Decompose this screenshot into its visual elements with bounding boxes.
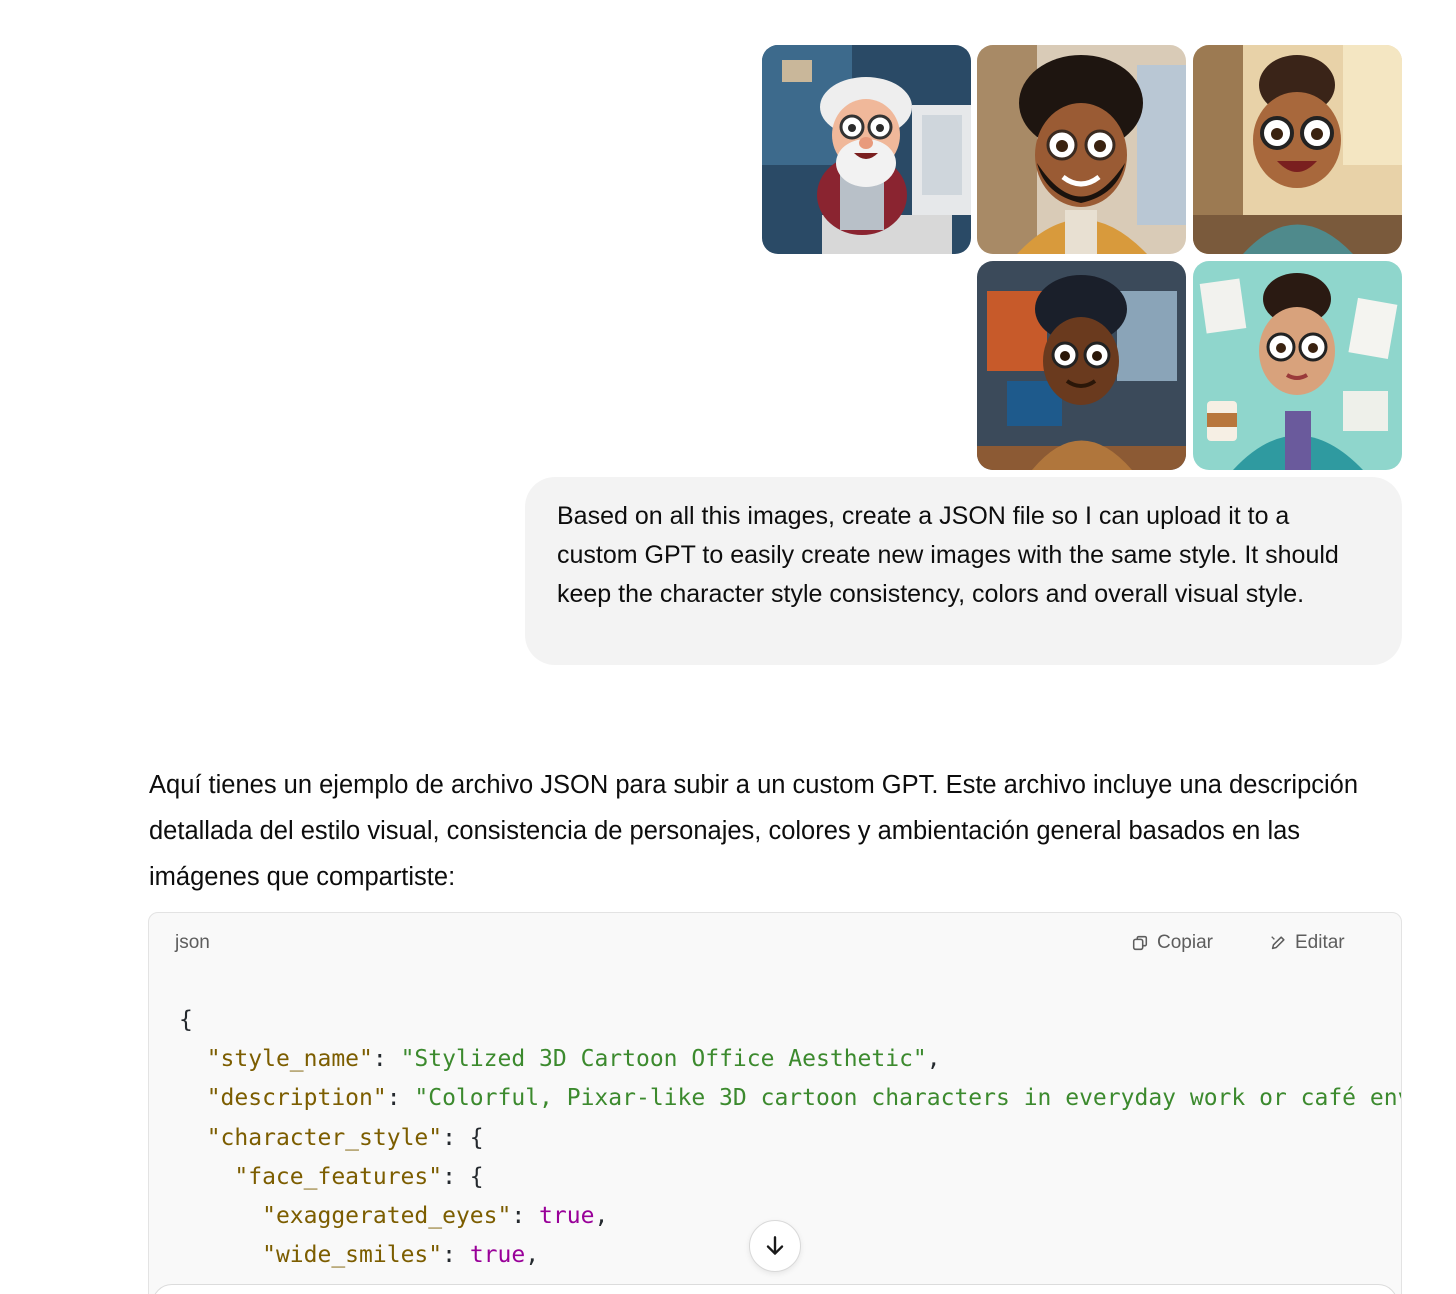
code-line-1: {: [179, 1007, 193, 1033]
json-key: "wide_smiles": [262, 1242, 443, 1269]
copy-button[interactable]: Copiar: [1131, 932, 1213, 954]
woman-coffee-illustration: [1193, 261, 1402, 470]
copy-button-label: Copiar: [1157, 932, 1213, 953]
bearded-man-illustration: [977, 45, 1186, 254]
copy-icon: [1132, 935, 1148, 951]
assistant-message: Aquí tienes un ejemplo de archivo JSON p…: [149, 762, 1409, 900]
pencil-icon: [1271, 936, 1285, 950]
attachment-image-4[interactable]: [977, 261, 1186, 470]
user-message-text: Based on all this images, create a JSON …: [557, 502, 1339, 608]
attachment-image-5[interactable]: [1193, 261, 1402, 470]
woman-cafe-illustration: [1193, 45, 1402, 254]
attachment-grid: [762, 45, 1402, 470]
json-key: "style_name": [206, 1046, 373, 1073]
json-boolean: true: [539, 1203, 595, 1230]
code-language-label: json: [175, 932, 210, 953]
assistant-message-text: Aquí tienes un ejemplo de archivo JSON p…: [149, 771, 1359, 891]
arrow-down-icon: [766, 1236, 784, 1255]
young-man-desk-illustration: [977, 261, 1186, 470]
attachment-image-3[interactable]: [1193, 45, 1402, 254]
json-key: "face_features": [234, 1163, 443, 1190]
json-boolean: true: [469, 1242, 526, 1269]
json-key: "character_style": [206, 1124, 443, 1151]
json-key: "exaggerated_eyes": [262, 1203, 512, 1230]
json-key: "description": [206, 1085, 387, 1112]
user-message-bubble: Based on all this images, create a JSON …: [525, 477, 1402, 665]
attachment-image-1[interactable]: [762, 45, 971, 254]
code-block-header: json Copiar Editar: [149, 913, 1401, 973]
json-string: "Stylized 3D Cartoon Office Aesthetic": [400, 1046, 927, 1073]
edit-button[interactable]: Editar: [1269, 932, 1345, 954]
message-composer[interactable]: [152, 1284, 1398, 1294]
edit-button-label: Editar: [1295, 932, 1345, 953]
scroll-to-bottom-button[interactable]: [749, 1220, 801, 1272]
json-string: "Colorful, Pixar-like 3D cartoon charact…: [414, 1085, 1402, 1112]
elderly-man-illustration: [762, 45, 971, 254]
attachment-image-2[interactable]: [977, 45, 1186, 254]
